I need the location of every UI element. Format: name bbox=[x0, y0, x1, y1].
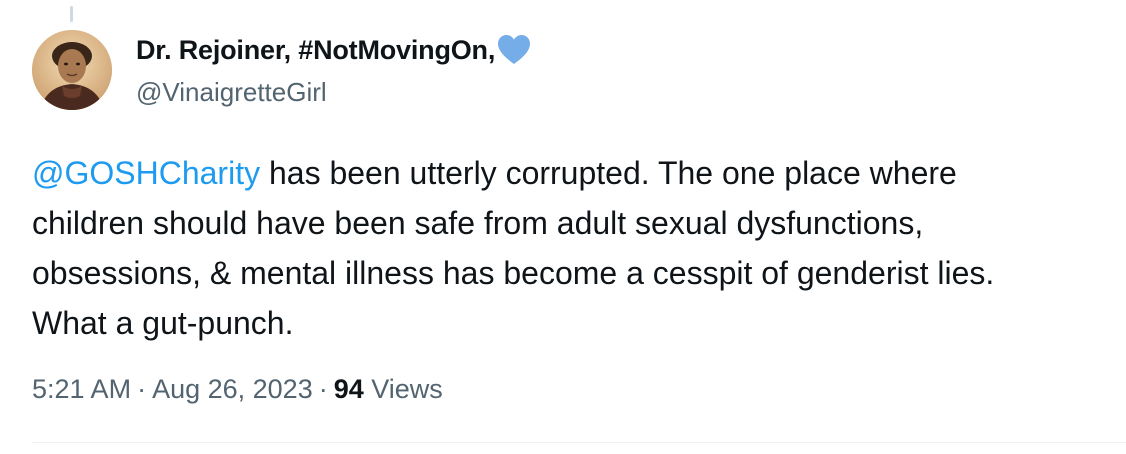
tweet-line-1: @GOSHCharity has been utterly corrupted.… bbox=[32, 148, 1102, 198]
mention-link[interactable]: @GOSHCharity bbox=[32, 155, 260, 191]
meta-separator: · bbox=[318, 374, 328, 404]
avatar-photo bbox=[32, 30, 112, 110]
tweet-line-3: obsessions, & mental illness has become … bbox=[32, 255, 995, 291]
tweet-date[interactable]: Aug 26, 2023 bbox=[152, 374, 313, 404]
tweet-meta: 5:21 AM · Aug 26, 2023 · 94 Views bbox=[32, 374, 443, 405]
meta-separator: · bbox=[137, 374, 147, 404]
divider bbox=[32, 442, 1126, 443]
author-name-row[interactable]: Dr. Rejoiner, #NotMovingOn, bbox=[136, 34, 531, 66]
author-display-name[interactable]: Dr. Rejoiner, #NotMovingOn, bbox=[136, 35, 495, 66]
tweet-line-1-text: has been utterly corrupted. The one plac… bbox=[260, 155, 957, 191]
views-count: 94 bbox=[333, 374, 364, 404]
author-handle[interactable]: @VinaigretteGirl bbox=[136, 77, 327, 108]
avatar[interactable] bbox=[32, 30, 112, 110]
tweet-line-2: children should have been safe from adul… bbox=[32, 205, 924, 241]
tweet-line-4: What a gut-punch. bbox=[32, 305, 294, 341]
views-label: Views bbox=[363, 374, 443, 404]
tweet-time[interactable]: 5:21 AM bbox=[32, 374, 131, 404]
tweet-text: @GOSHCharity has been utterly corrupted.… bbox=[32, 148, 1102, 348]
blue-heart-icon bbox=[497, 34, 531, 66]
thread-connector-line bbox=[70, 6, 73, 22]
